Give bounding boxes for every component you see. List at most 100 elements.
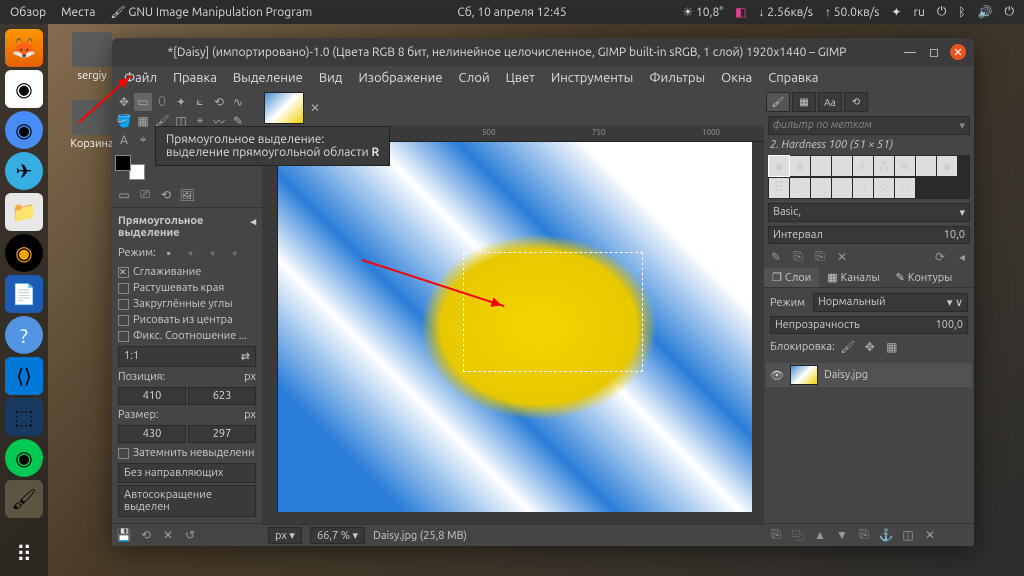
close-tab-icon[interactable]: ✕ (306, 99, 324, 117)
menu-help[interactable]: Справка (760, 68, 826, 88)
brush-item[interactable]: ★ (790, 156, 810, 176)
fg-color[interactable] (115, 155, 131, 171)
brush-interval[interactable]: Интервал10,0 (768, 226, 970, 244)
layer-item[interactable]: 👁 Daisy.jpg (766, 363, 972, 387)
tab-history[interactable]: ⟲ (844, 92, 868, 112)
selection-marquee[interactable] (463, 252, 643, 372)
ratio-field[interactable]: 1:1⇄ (118, 346, 256, 367)
tab-brushes[interactable]: 🖌 (766, 92, 790, 112)
layer-group-icon[interactable]: ⿻ (790, 527, 806, 543)
tool-gradient[interactable]: ▦ (134, 112, 152, 130)
dup-brush-icon[interactable]: ⎘ (812, 249, 828, 265)
opt-darken[interactable]: Затемнить невыделенн (118, 445, 256, 461)
delete-layer-icon[interactable]: ✕ (922, 527, 938, 543)
dock-rhythmbox[interactable]: ◉ (5, 234, 43, 272)
brush-item[interactable]: ⋰ (790, 178, 810, 198)
overview-button[interactable]: Обзор (10, 6, 46, 19)
menu-filters[interactable]: Фильтры (641, 68, 713, 88)
pos-x-input[interactable] (118, 387, 186, 405)
brush-item[interactable]: ⁂ (874, 156, 894, 176)
brush-item[interactable]: ⁘ (874, 178, 894, 198)
size-w-input[interactable] (118, 425, 186, 443)
lock-pos-icon[interactable]: ✥ (861, 338, 879, 356)
brush-item[interactable]: ● (937, 156, 957, 176)
tool-transform[interactable]: ⟲ (210, 93, 228, 111)
menu-color[interactable]: Цвет (498, 68, 543, 88)
power-icon[interactable]: ⏻ (1005, 5, 1015, 19)
dock-chromium[interactable]: ◉ (5, 111, 43, 149)
brush-menu-icon[interactable]: ◂ (954, 249, 970, 265)
opt-antialias[interactable]: Сглаживание (118, 264, 256, 280)
refresh-brush-icon[interactable]: ⟳ (932, 249, 948, 265)
mode-add[interactable]: ▫ (182, 244, 200, 262)
menu-view[interactable]: Вид (311, 68, 351, 88)
brush-item[interactable]: ∴ (832, 156, 852, 176)
history-tab[interactable]: ⟲ (157, 186, 175, 204)
dock-chrome[interactable]: ◉ (5, 70, 43, 108)
menu-windows[interactable]: Окна (713, 68, 760, 88)
titlebar[interactable]: *[Daisy] (импортировано)-1.0 (Цвета RGB … (112, 38, 974, 66)
menu-select[interactable]: Выделение (225, 68, 311, 88)
menu-image[interactable]: Изображение (350, 68, 450, 88)
eye-icon[interactable]: 👁 (770, 369, 784, 382)
canvas[interactable] (278, 142, 764, 512)
opt-feather[interactable]: Растушевать края (118, 280, 256, 296)
mode-subtract[interactable]: ▫ (204, 244, 222, 262)
layer-down-icon[interactable]: ▼ (834, 527, 850, 543)
menu-tools[interactable]: Инструменты (543, 68, 641, 88)
device-tab[interactable]: ⎚ (136, 186, 154, 204)
close-button[interactable]: ✕ (950, 44, 966, 60)
merge-layer-icon[interactable]: ⚓ (878, 527, 894, 543)
maximize-button[interactable]: ◻ (926, 44, 942, 60)
network-icon[interactable]: ⏻ (937, 5, 947, 19)
guides-select[interactable]: Без направляющих (118, 463, 256, 483)
zoom-select[interactable]: 66,7 % ▾ (310, 527, 365, 544)
brush-item[interactable]: ※ (895, 156, 915, 176)
brush-item[interactable]: ⁖ (853, 178, 873, 198)
brush-item[interactable]: ⁘ (811, 156, 831, 176)
menu-edit[interactable]: Правка (165, 68, 225, 88)
image-tab-daisy[interactable] (264, 92, 304, 124)
tool-warp[interactable]: ∿ (229, 93, 247, 111)
size-h-input[interactable] (188, 425, 256, 443)
layer-up-icon[interactable]: ▲ (812, 527, 828, 543)
layer-mode-select[interactable]: Нормальный▾ ∨ (813, 293, 968, 312)
new-brush-icon[interactable]: ⎘ (790, 249, 806, 265)
mask-layer-icon[interactable]: ◫ (900, 527, 916, 543)
layer-thumbnail[interactable] (790, 365, 818, 385)
tool-fuzzy[interactable]: ✦ (172, 93, 190, 111)
pos-y-input[interactable] (188, 387, 256, 405)
auto-shrink-button[interactable]: Автосокращение выделен (118, 485, 256, 517)
tab-patterns[interactable]: ▦ (792, 92, 816, 112)
options-tab[interactable]: ▭ (115, 186, 133, 204)
lock-pixels-icon[interactable]: 🖌 (839, 338, 857, 356)
bluetooth-icon[interactable]: ᛒ (958, 6, 965, 19)
brush-item[interactable]: ∵ (832, 178, 852, 198)
reset-options-icon[interactable]: ↺ (182, 527, 198, 543)
mode-intersect[interactable]: ▫ (226, 244, 244, 262)
dock-gimp[interactable]: 🖌 (5, 480, 43, 518)
tab-paths[interactable]: ✎Контуры (888, 268, 961, 287)
scrollbar-vertical[interactable] (752, 142, 764, 512)
brush-item[interactable]: ● (769, 156, 789, 176)
brush-item[interactable]: ⋱ (811, 178, 831, 198)
places-menu[interactable]: Места (61, 6, 95, 19)
layer-opacity[interactable]: Непрозрачность100,0 (770, 316, 968, 334)
tool-crop[interactable]: ⟀ (191, 93, 209, 111)
brush-item[interactable]: ⠿ (769, 178, 789, 198)
dock-virtualbox[interactable]: ⬚ (5, 398, 43, 436)
tab-layers[interactable]: ❐ Слои (764, 268, 819, 287)
dock-libreoffice[interactable]: 📄 (5, 275, 43, 313)
cube-indicator[interactable]: ◧ (735, 5, 746, 19)
minimize-button[interactable]: — (902, 44, 918, 60)
clock[interactable]: Сб, 10 апреля 12:45 (457, 6, 566, 19)
del-brush-icon[interactable]: ✕ (834, 249, 850, 265)
tab-channels[interactable]: ▦Каналы (819, 268, 887, 287)
opt-rounded[interactable]: Закруглённые углы (118, 296, 256, 312)
opt-from-center[interactable]: Рисовать из центра (118, 312, 256, 328)
brush-item[interactable]: ⁙ (916, 156, 936, 176)
unit-select[interactable]: px ▾ (268, 527, 302, 544)
weather-indicator[interactable]: ☀ 10,8° (682, 5, 723, 19)
scrollbar-horizontal[interactable] (262, 512, 764, 524)
dock-apps-grid[interactable]: ⠿ (16, 542, 32, 568)
